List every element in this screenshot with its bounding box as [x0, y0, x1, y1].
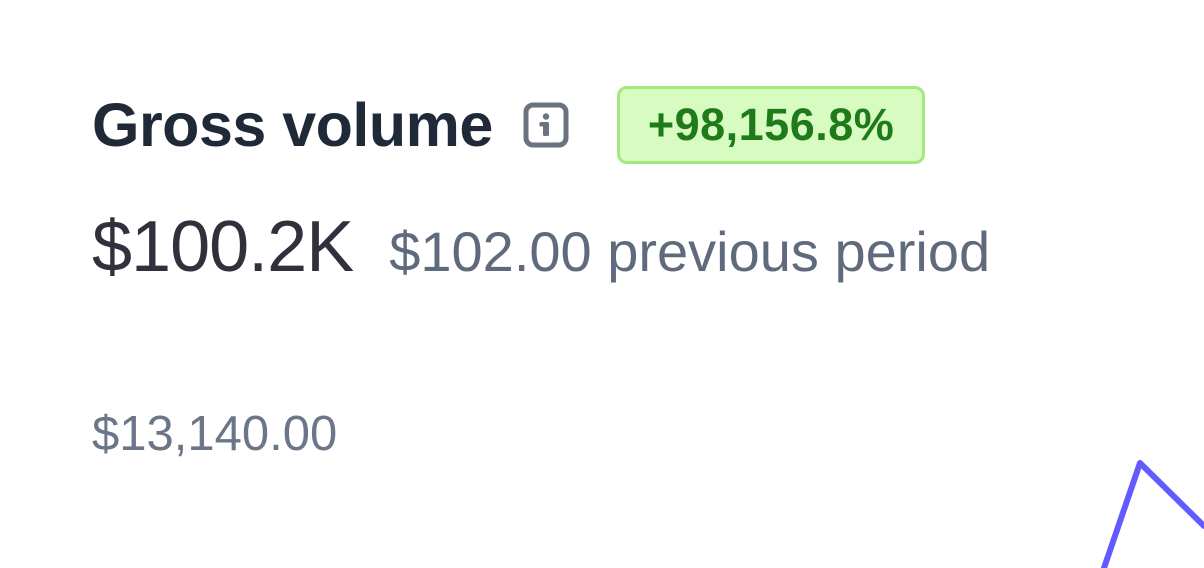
volume-chart	[1101, 460, 1204, 568]
gross-volume-card: Gross volume +98,156.8% $100.2K $102.00 …	[0, 0, 1204, 568]
chart-line	[1101, 460, 1204, 568]
